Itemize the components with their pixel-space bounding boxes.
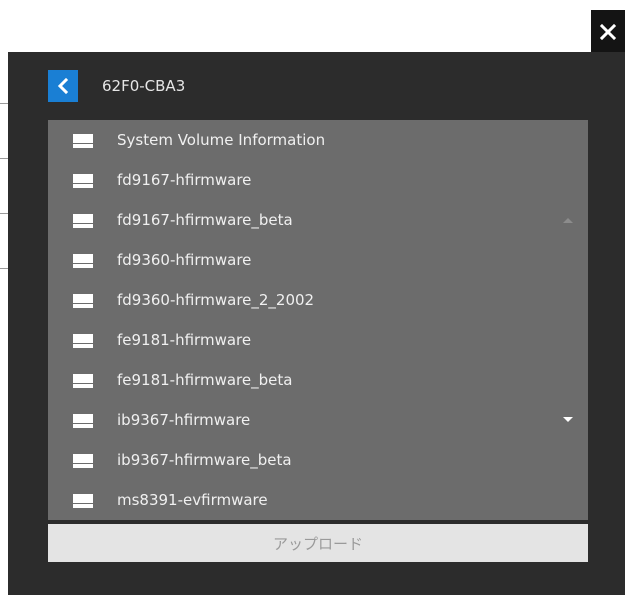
- file-browser-dialog: 62F0-CBA3 System Volume Information fd91…: [8, 52, 625, 595]
- scroll-up-icon[interactable]: [562, 216, 574, 224]
- drive-icon: [73, 214, 93, 228]
- drive-icon: [73, 254, 93, 268]
- drive-icon: [73, 134, 93, 148]
- file-label: fe9181-hfirmware: [117, 331, 252, 349]
- list-item[interactable]: fe9181-hfirmware_beta: [48, 360, 588, 400]
- background-divider: [0, 158, 8, 159]
- drive-icon: [73, 494, 93, 508]
- drive-icon: [73, 334, 93, 348]
- list-item[interactable]: System Volume Information: [48, 120, 588, 160]
- device-title: 62F0-CBA3: [102, 77, 186, 95]
- close-icon: [600, 24, 616, 40]
- drive-icon: [73, 174, 93, 188]
- chevron-left-icon: [57, 78, 69, 94]
- back-button[interactable]: [48, 70, 78, 102]
- file-list[interactable]: System Volume Information fd9167-hfirmwa…: [48, 120, 588, 520]
- drive-icon: [73, 374, 93, 388]
- drive-icon: [73, 294, 93, 308]
- list-item[interactable]: fd9167-hfirmware: [48, 160, 588, 200]
- file-label: fd9360-hfirmware: [117, 251, 252, 269]
- upload-button[interactable]: アップロード: [48, 524, 588, 562]
- file-label: ib9367-hfirmware: [117, 411, 251, 429]
- file-label: fd9360-hfirmware_2_2002: [117, 291, 315, 309]
- file-label: ms8391-evfirmware: [117, 491, 268, 509]
- list-item[interactable]: ib9367-hfirmware_beta: [48, 440, 588, 480]
- drive-icon: [73, 454, 93, 468]
- list-item[interactable]: fd9167-hfirmware_beta: [48, 200, 588, 240]
- file-label: fd9167-hfirmware_beta: [117, 211, 293, 229]
- file-label: System Volume Information: [117, 131, 326, 149]
- list-item[interactable]: ms8391-evfirmware: [48, 480, 588, 520]
- background-divider: [0, 213, 8, 214]
- file-label: fd9167-hfirmware: [117, 171, 252, 189]
- background-divider: [0, 103, 8, 104]
- scroll-down-icon[interactable]: [562, 416, 574, 424]
- page: 62F0-CBA3 System Volume Information fd91…: [0, 0, 625, 595]
- list-item[interactable]: fd9360-hfirmware_2_2002: [48, 280, 588, 320]
- dialog-header: 62F0-CBA3: [48, 70, 185, 102]
- file-label: fe9181-hfirmware_beta: [117, 371, 293, 389]
- close-button[interactable]: [591, 10, 625, 54]
- background-divider: [0, 268, 8, 269]
- drive-icon: [73, 414, 93, 428]
- list-item[interactable]: fe9181-hfirmware: [48, 320, 588, 360]
- file-label: ib9367-hfirmware_beta: [117, 451, 292, 469]
- list-item[interactable]: ib9367-hfirmware: [48, 400, 588, 440]
- list-item[interactable]: fd9360-hfirmware: [48, 240, 588, 280]
